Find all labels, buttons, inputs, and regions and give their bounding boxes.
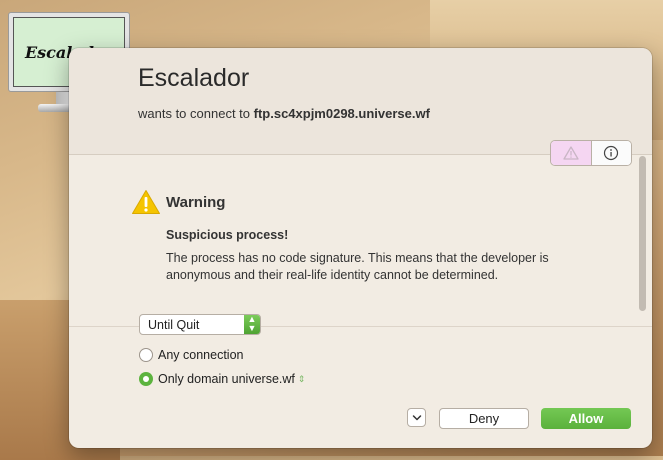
chevron-updown-icon: ▲ ▼: [244, 315, 260, 334]
info-icon: [604, 145, 619, 161]
warning-segment[interactable]: [551, 141, 592, 165]
details-disclosure-button[interactable]: [407, 408, 426, 427]
warning-outline-icon: [563, 146, 579, 160]
dialog-content: [69, 155, 652, 327]
info-segmented-control[interactable]: [550, 140, 632, 166]
warning-body: The process has no code signature. This …: [166, 251, 549, 282]
warning-icon: [132, 190, 160, 214]
info-segment[interactable]: [591, 141, 631, 165]
connection-host: ftp.sc4xpjm0298.universe.wf: [253, 106, 430, 121]
scope-option-domain-label: Only domain universe.wf: [158, 372, 295, 386]
scope-option-any-label: Any connection: [158, 348, 244, 362]
scope-option-any[interactable]: Any connection: [139, 348, 243, 362]
scope-option-domain[interactable]: Only domain universe.wf ⇕: [139, 372, 305, 386]
deny-button[interactable]: Deny: [439, 408, 529, 429]
subtitle-prefix: wants to connect to: [138, 106, 254, 121]
radio-only-domain[interactable]: [139, 372, 153, 386]
content-scrollbar[interactable]: [639, 156, 646, 311]
chevron-down-icon: [412, 414, 421, 420]
dialog-title: Escalador: [138, 64, 250, 92]
allow-button[interactable]: Allow: [541, 408, 631, 429]
dialog-subtitle: wants to connect to ftp.sc4xpjm0298.univ…: [138, 106, 430, 121]
connection-alert-dialog: Escalador wants to connect to ftp.sc4xpj…: [69, 48, 652, 448]
dialog-header: Escalador wants to connect to ftp.sc4xpj…: [69, 48, 652, 155]
domain-chevron-icon[interactable]: ⇕: [298, 374, 306, 385]
warning-title: Warning: [166, 194, 226, 211]
duration-select[interactable]: Until Quit ▲ ▼: [139, 314, 261, 335]
warning-heading: Suspicious process!: [166, 228, 289, 242]
duration-select-value: Until Quit: [148, 318, 200, 332]
radio-any-connection[interactable]: [139, 348, 153, 362]
